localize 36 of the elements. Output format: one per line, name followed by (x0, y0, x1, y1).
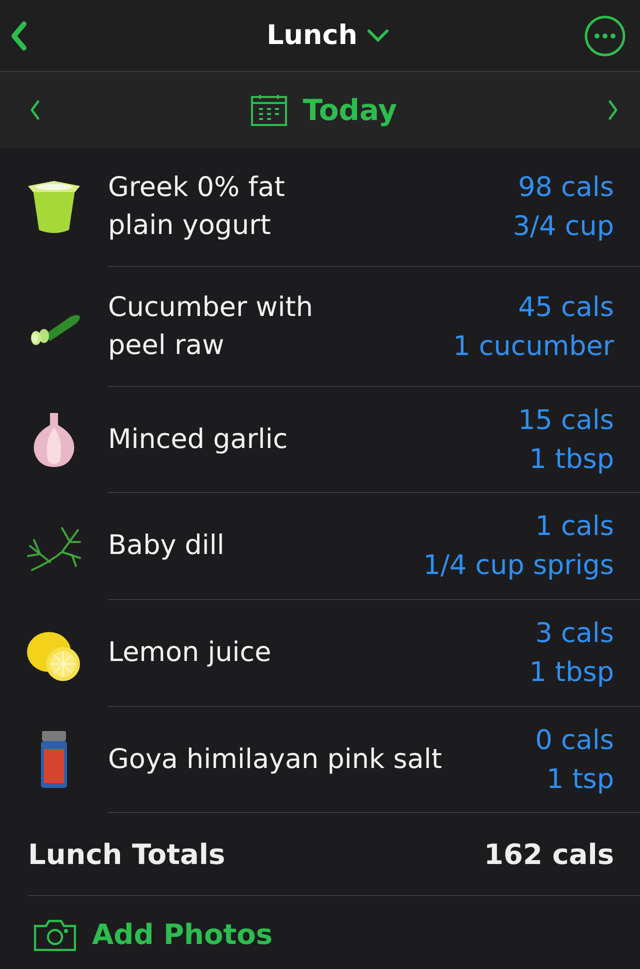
back-icon (10, 20, 28, 50)
calories: 45 cals (518, 290, 614, 324)
caret-icon (367, 29, 390, 42)
food-name[interactable]: Baby dill (108, 527, 224, 565)
left-chevron-icon (28, 98, 42, 122)
food-name[interactable]: Greek 0% fat plain yogurt (108, 169, 358, 245)
more-button[interactable] (584, 14, 626, 56)
calories: 15 cals (518, 404, 614, 438)
right-chevron-icon (606, 98, 620, 122)
serving-size: 3/4 cup (512, 210, 614, 244)
serving-size: 1 tbsp (529, 656, 614, 690)
calories: 1 cals (535, 510, 614, 544)
calories: 0 cals (535, 724, 614, 758)
totals-label: Lunch Totals (28, 838, 226, 870)
serving-size: 1/4 cup sprigs (423, 549, 614, 583)
serving-size: 1 cucumber (453, 330, 614, 364)
camera-icon (34, 918, 76, 950)
previous-day-button[interactable] (28, 98, 42, 122)
jar-icon (40, 731, 68, 789)
food-name[interactable]: Lemon juice (108, 634, 272, 672)
date-button[interactable]: Today (250, 93, 398, 127)
next-day-button[interactable] (606, 98, 620, 122)
back-button[interactable] (10, 20, 28, 50)
add-photos-button[interactable]: Add Photos (34, 918, 272, 951)
food-name[interactable]: Minced garlic (108, 420, 288, 458)
serving-size: 1 tsp (546, 762, 614, 796)
calories: 98 cals (518, 171, 614, 205)
more-icon (584, 14, 626, 56)
calendar-icon (250, 94, 287, 126)
totals-value: 162 cals (484, 838, 614, 870)
food-name[interactable]: Goya himilayan pink salt (108, 740, 442, 778)
food-name[interactable]: Cucumber with peel raw (108, 288, 358, 364)
serving-size: 1 tbsp (529, 442, 614, 476)
cup-icon (25, 180, 83, 236)
calories: 3 cals (535, 617, 614, 651)
meal-selector[interactable]: Lunch (266, 20, 390, 51)
